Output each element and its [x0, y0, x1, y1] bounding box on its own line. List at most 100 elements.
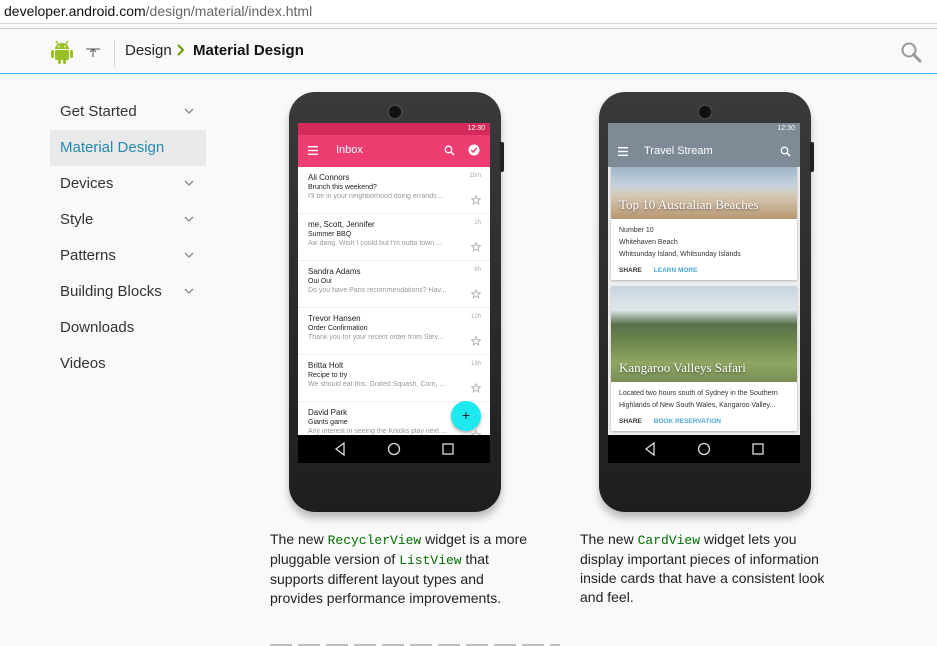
card-actions: SHARE BOOK RESERVATION	[611, 414, 797, 431]
url-text[interactable]: developer.android.com/design/material/in…	[4, 3, 312, 19]
sidebar-nav: Get Started Material Design Devices Styl…	[50, 94, 206, 382]
header-divider	[114, 39, 115, 67]
email-time: 15m	[469, 173, 481, 179]
check-circle-icon	[468, 144, 480, 156]
list-item: Ali Connors Brunch this weekend? I'll be…	[298, 167, 490, 214]
caption-text: The new	[580, 531, 638, 547]
phone-power-button	[500, 142, 504, 172]
card-caption: Kangaroo Valleys Safari	[619, 360, 746, 375]
email-preview: Aw dang. Wish I could but I'm outta town…	[308, 240, 442, 247]
email-sender: me, Scott, Jennifer	[308, 220, 375, 229]
cardview-link[interactable]: CardView	[638, 533, 700, 548]
page-title: Material Design	[193, 42, 304, 59]
recents-icon	[442, 443, 454, 455]
email-time: 2h	[474, 220, 481, 226]
sidebar-item-label: Devices	[60, 175, 114, 192]
sidebar-item-devices[interactable]: Devices	[50, 166, 206, 202]
sidebar-item-patterns[interactable]: Patterns	[50, 238, 206, 274]
chevron-right-icon	[177, 44, 185, 56]
caption-text: The new	[270, 531, 328, 547]
email-sender: Trevor Hansen	[308, 314, 361, 323]
phone-camera	[697, 104, 713, 120]
chevron-down-icon[interactable]	[184, 251, 194, 259]
nav-toggle-icon[interactable]	[85, 45, 101, 59]
breadcrumb-design-link[interactable]: Design	[125, 42, 172, 59]
inbox-screen: 12:30 Inbox Ali Connors Brunch this week…	[298, 123, 490, 463]
chevron-down-icon[interactable]	[184, 215, 194, 223]
email-preview: We should eat this: Grated Squash, Corn,…	[308, 381, 446, 388]
email-subject: Order Confirmation	[308, 325, 368, 332]
inbox-phone-mockup: 12:30 Inbox Ali Connors Brunch this week…	[289, 92, 504, 512]
email-sender: Sandra Adams	[308, 267, 361, 276]
email-subject: Oui Oui	[308, 278, 332, 285]
chevron-down-icon[interactable]	[184, 287, 194, 295]
sidebar-item-label: Videos	[60, 355, 106, 372]
list-item: Britta Holt Recipe to try We should eat …	[298, 355, 490, 402]
email-subject: Recipe to try	[308, 372, 348, 379]
search-icon	[444, 145, 455, 156]
star-icon	[471, 383, 481, 393]
card-line: Highlands of New South Wales, Kangaroo V…	[619, 402, 776, 409]
sidebar-item-label: Downloads	[60, 319, 135, 336]
sidebar-item-downloads[interactable]: Downloads	[50, 310, 206, 346]
star-icon	[471, 195, 481, 205]
phone-power-button	[810, 142, 814, 172]
inbox-toolbar: Inbox	[298, 135, 490, 167]
card-line: Number 10	[619, 227, 654, 234]
listview-link[interactable]: ListView	[399, 553, 461, 568]
safari-image: Kangaroo Valleys Safari	[611, 286, 797, 382]
card-line: Whitehaven Beach	[619, 239, 678, 246]
star-icon	[471, 336, 481, 346]
card-body: Number 10 Whitehaven Beach Whitsunday Is…	[611, 219, 797, 263]
sidebar-item-label: Building Blocks	[60, 283, 162, 300]
email-sender: Ali Connors	[308, 173, 350, 182]
cardview-caption: The new CardView widget lets you display…	[580, 530, 840, 607]
hamburger-icon	[618, 147, 628, 156]
chevron-down-icon[interactable]	[184, 179, 194, 187]
card-caption: Top 10 Australian Beaches	[619, 197, 759, 212]
sidebar-item-label: Material Design	[60, 139, 165, 156]
share-action: SHARE	[619, 267, 642, 274]
recyclerview-link[interactable]: RecyclerView	[328, 533, 422, 548]
card-line: Located two hours south of Sydney in the…	[619, 390, 778, 397]
email-preview: Thank you for your recent order from Ste…	[308, 334, 444, 341]
compose-fab: +	[451, 401, 481, 431]
sidebar-item-videos[interactable]: Videos	[50, 346, 206, 382]
learn-more-action: LEARN MORE	[653, 267, 698, 274]
share-action: SHARE	[619, 418, 642, 425]
email-sender: Britta Holt	[308, 361, 344, 370]
android-nav-bar	[298, 435, 490, 463]
chevron-down-icon[interactable]	[184, 107, 194, 115]
list-item: me, Scott, Jennifer Summer BBQ Aw dang. …	[298, 214, 490, 261]
url-path: /design/material/index.html	[145, 3, 313, 19]
safari-card: Kangaroo Valleys Safari Located two hour…	[611, 286, 797, 431]
travel-screen: 12:30 Travel Stream Top 10 Australian Be…	[608, 123, 800, 463]
phone-camera	[387, 104, 403, 120]
beach-card: Top 10 Australian Beaches Number 10 Whit…	[611, 167, 797, 280]
hamburger-icon	[308, 146, 318, 155]
home-icon	[387, 442, 401, 456]
sidebar-item-get-started[interactable]: Get Started	[50, 94, 206, 130]
email-time: 18h	[470, 361, 481, 367]
email-preview: Any interest in seeing the Knicks play n…	[308, 428, 447, 435]
site-header: Design Material Design	[0, 28, 937, 74]
email-preview: I'll be in your neighborhood doing erran…	[308, 193, 445, 200]
back-icon	[334, 442, 345, 456]
sidebar-item-material-design[interactable]: Material Design	[50, 130, 206, 166]
url-host: developer.android.com	[4, 3, 146, 19]
list-item: Trevor Hansen Order Confirmation Thank y…	[298, 308, 490, 355]
android-logo-icon[interactable]	[50, 39, 74, 65]
address-bar[interactable]: developer.android.com/design/material/in…	[0, 0, 937, 24]
back-icon	[644, 442, 655, 456]
recents-icon	[752, 443, 764, 455]
sidebar-item-style[interactable]: Style	[50, 202, 206, 238]
book-reservation-action: BOOK RESERVATION	[653, 418, 721, 425]
email-time: 12h	[470, 314, 481, 320]
search-icon[interactable]	[900, 41, 922, 63]
card-actions: SHARE LEARN MORE	[611, 263, 797, 280]
android-nav-bar	[608, 435, 800, 463]
search-icon	[780, 146, 791, 157]
home-icon	[697, 442, 711, 456]
email-time: 6h	[474, 267, 481, 273]
sidebar-item-building-blocks[interactable]: Building Blocks	[50, 274, 206, 310]
